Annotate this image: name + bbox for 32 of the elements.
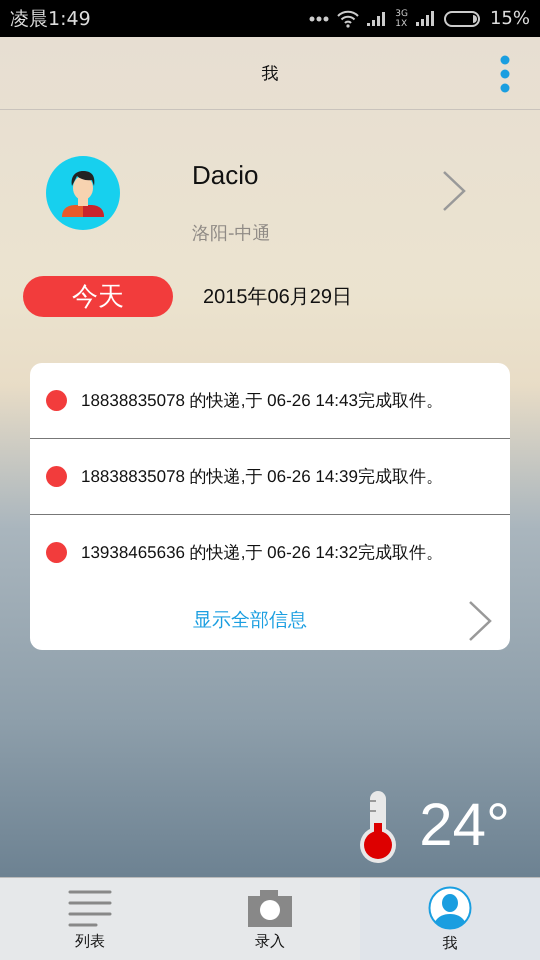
camera-icon xyxy=(248,888,292,928)
thermometer-icon xyxy=(359,789,398,865)
more-menu-icon[interactable] xyxy=(500,55,510,93)
battery-icon xyxy=(444,10,482,26)
nav-tab[interactable]: 录入 xyxy=(180,878,360,960)
user-icon xyxy=(428,886,472,930)
chevron-right-icon[interactable] xyxy=(468,600,492,642)
date-text: 2015年06月29日 xyxy=(203,285,352,310)
wifi-icon xyxy=(337,10,360,28)
signal-icon xyxy=(367,10,388,26)
page-title: 我 xyxy=(262,62,278,84)
network-type: 1X xyxy=(395,18,408,28)
user-location: 洛阳-中通 xyxy=(192,222,272,245)
user-name: Dacio xyxy=(192,160,260,191)
nav-tab[interactable]: 我 xyxy=(360,878,540,960)
status-dot xyxy=(46,542,67,563)
battery-percent: 15% xyxy=(490,8,530,29)
status-time: 凌晨1:49 xyxy=(10,6,92,32)
avatar[interactable] xyxy=(46,156,120,230)
menu-icon xyxy=(68,888,112,928)
status-dot xyxy=(46,466,67,487)
signal-icon xyxy=(416,10,436,26)
status-dot xyxy=(46,390,67,411)
message-text[interactable]: 13938465636 的快递,于 06-26 14:32完成取件。 xyxy=(81,541,443,564)
more-dots-icon xyxy=(309,16,330,22)
today-badge: 今天 xyxy=(23,276,173,317)
network-type: 3G xyxy=(395,8,408,18)
message-text[interactable]: 18838835078 的快递,于 06-26 14:39完成取件。 xyxy=(81,465,443,488)
temperature: 24° xyxy=(419,795,510,855)
nav-tab[interactable]: 列表 xyxy=(0,878,180,960)
message-text[interactable]: 18838835078 的快递,于 06-26 14:43完成取件。 xyxy=(81,389,443,412)
chevron-right-icon[interactable] xyxy=(442,170,466,212)
